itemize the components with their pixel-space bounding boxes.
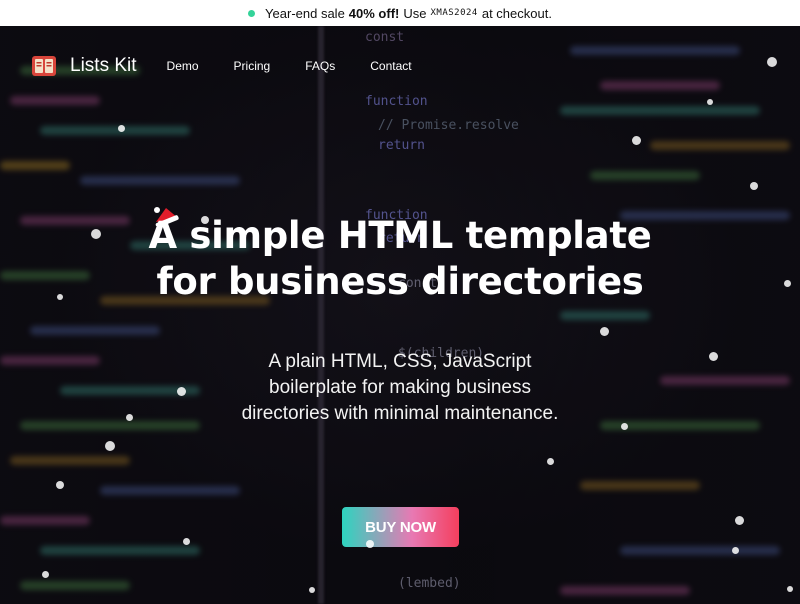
book-icon[interactable] — [30, 52, 58, 80]
banner-highlight: 40% off! — [348, 5, 400, 21]
nav-link-contact[interactable]: Contact — [370, 59, 411, 73]
snowflake — [620, 422, 628, 430]
nav-link-pricing[interactable]: Pricing — [234, 59, 271, 73]
snowflake — [41, 570, 49, 578]
snowflake — [546, 457, 554, 465]
subtitle-line-2: boilerplate for making business — [269, 377, 531, 398]
editor-divider — [318, 26, 324, 604]
hero-subtitle: A plain HTML, CSS, JavaScript boilerplat… — [0, 349, 800, 427]
promo-banner: Year-end sale 40% off! Use XMAS2024 at c… — [0, 0, 800, 26]
snowflake — [750, 182, 758, 190]
snowflake — [117, 124, 125, 132]
snowflake — [707, 99, 713, 105]
snowflake — [91, 229, 101, 239]
snowflake — [731, 546, 739, 554]
subtitle-line-1: A plain HTML, CSS, JavaScript — [268, 351, 532, 372]
banner-prefix: Year-end sale — [265, 5, 345, 21]
snowflake — [105, 441, 115, 451]
top-nav: Lists Kit Demo Pricing FAQs Contact — [30, 52, 447, 80]
banner-use: Use — [403, 5, 427, 21]
snowflake — [767, 57, 777, 67]
snowflake-icon — [248, 9, 256, 17]
brand-name[interactable]: Lists Kit — [70, 55, 137, 77]
promo-code: XMAS2024 — [430, 8, 478, 18]
snowflake — [57, 294, 63, 300]
snowflake — [201, 216, 209, 224]
hero-headline: A simple HTML template for business dire… — [0, 213, 800, 305]
snowflake — [734, 515, 744, 525]
snowflake — [599, 326, 609, 336]
snowflake — [783, 279, 791, 287]
snowflake — [125, 413, 133, 421]
headline-line-1: A simple HTML template — [148, 214, 652, 257]
snowflake — [176, 386, 186, 396]
snowflake — [56, 481, 64, 489]
snowflake — [309, 587, 315, 593]
banner-suffix: at checkout. — [481, 5, 552, 21]
snowflake — [708, 351, 718, 361]
subtitle-line-3: directories with minimal maintenance. — [241, 403, 559, 424]
snowflake — [787, 586, 793, 592]
headline-line-2: for business directories — [156, 260, 644, 303]
buy-now-button[interactable]: BUY NOW — [342, 507, 459, 547]
snowflake — [182, 537, 190, 545]
snowflake — [366, 540, 374, 548]
nav-link-demo[interactable]: Demo — [167, 59, 199, 73]
nav-link-faqs[interactable]: FAQs — [305, 59, 335, 73]
snowflake — [631, 135, 641, 145]
